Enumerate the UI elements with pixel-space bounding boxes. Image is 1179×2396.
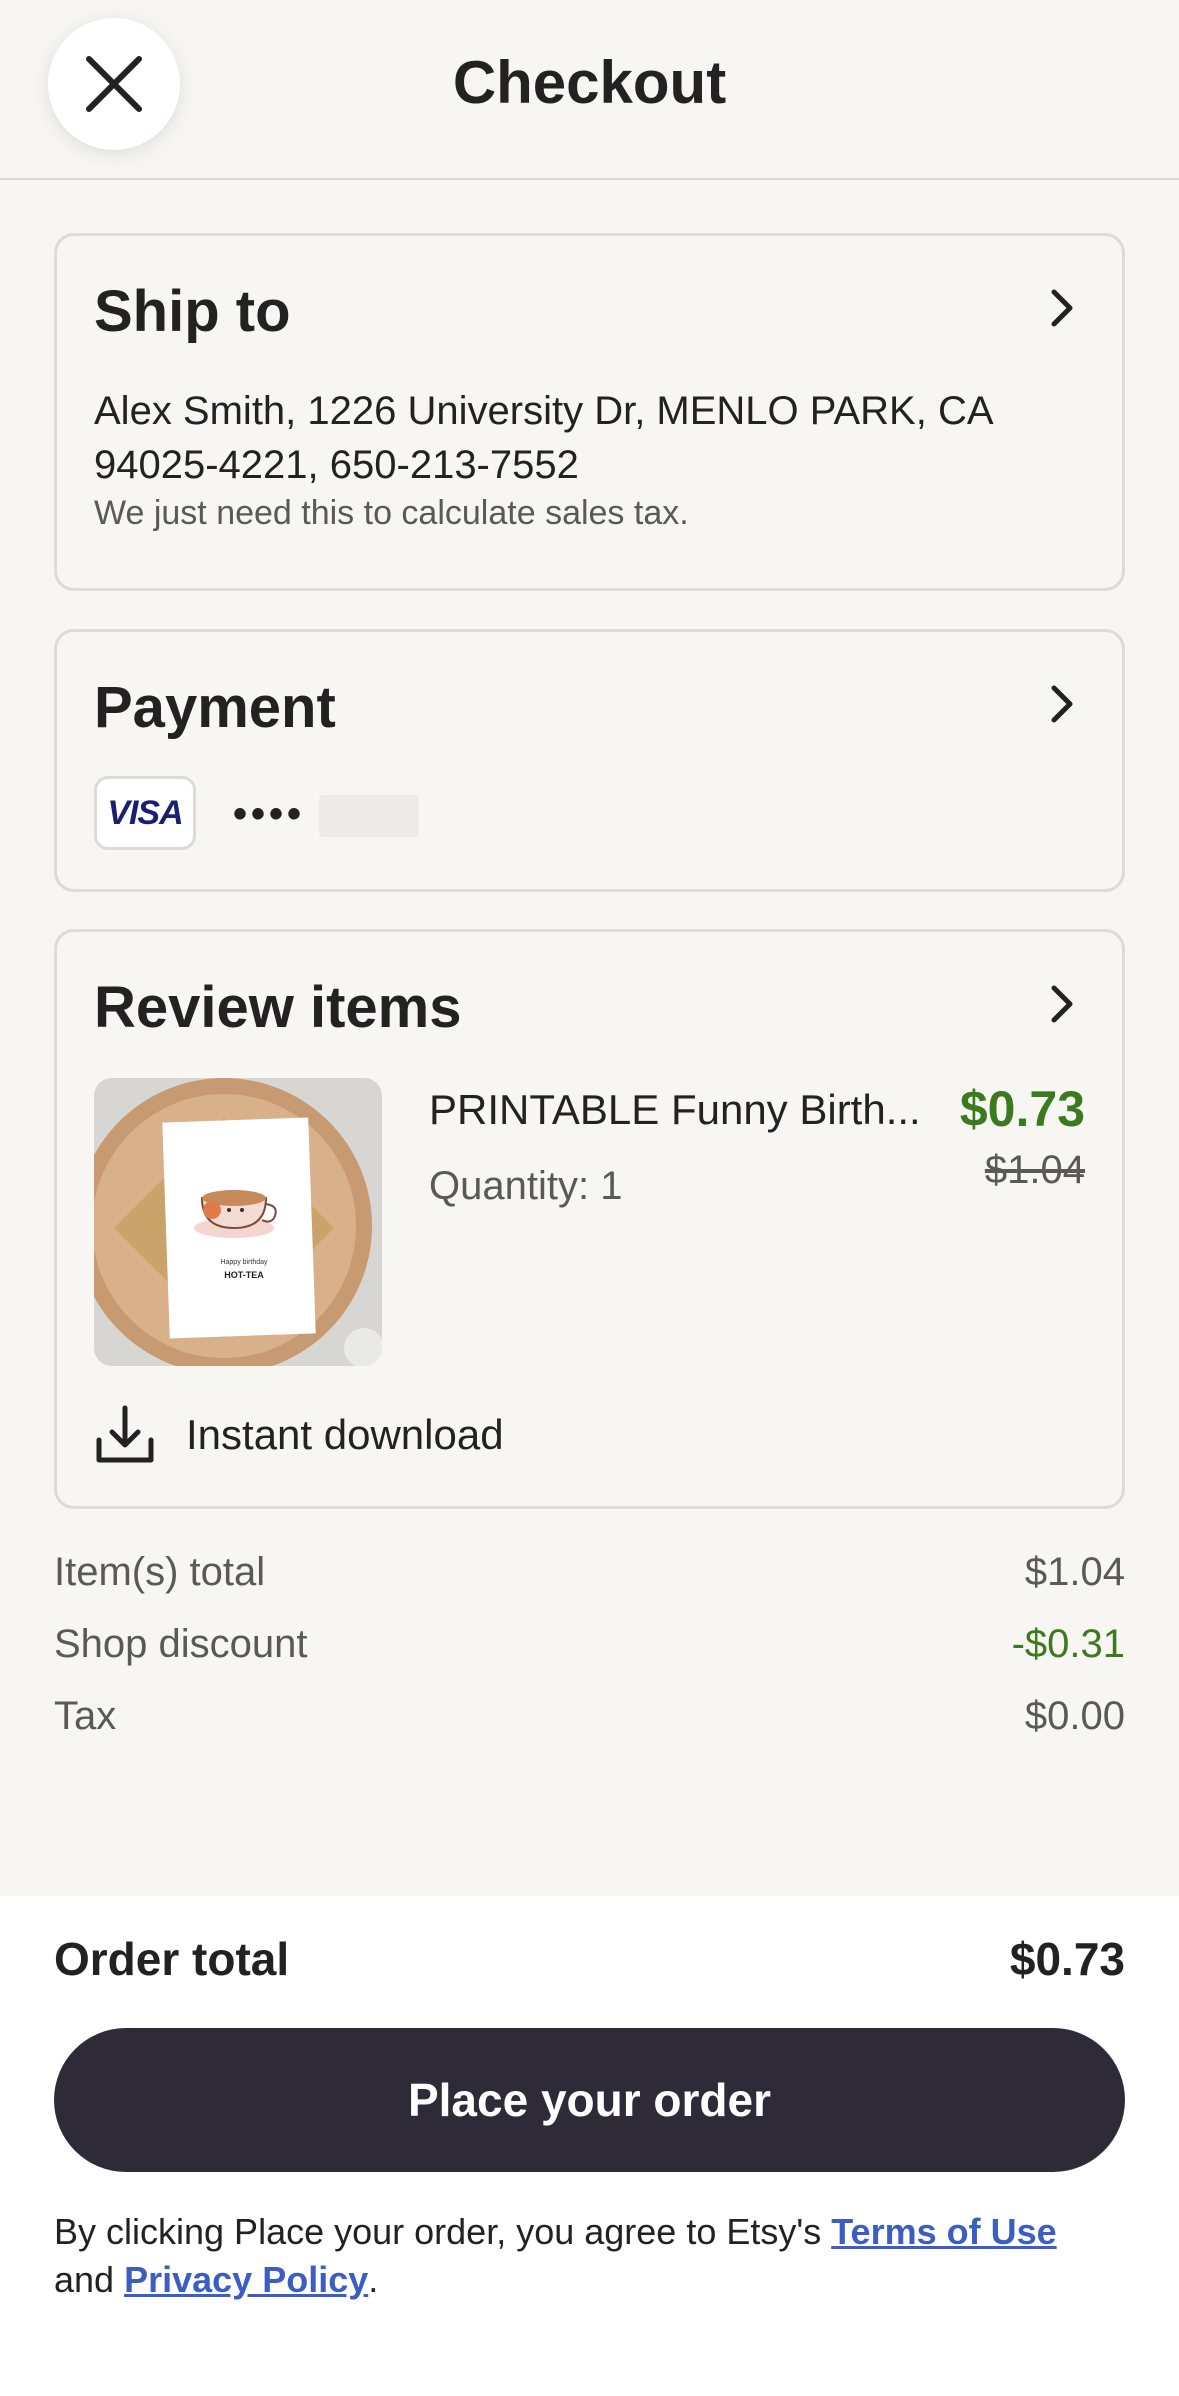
- tax-row: Tax $0.00: [54, 1694, 1125, 1739]
- item-thumbnail[interactable]: Happy birthday HOT-TEA: [94, 1078, 382, 1366]
- items-total-row: Item(s) total $1.04: [54, 1550, 1125, 1595]
- item-title: PRINTABLE Funny Birth...: [429, 1086, 921, 1133]
- review-items-card[interactable]: Review items Happy birthday HOT-TEA PRIN…: [54, 929, 1125, 1509]
- chevron-right-icon: [1051, 985, 1073, 1023]
- shipping-note: We just need this to calculate sales tax…: [94, 494, 689, 532]
- item-price: $0.73: [959, 1081, 1085, 1137]
- terms-of-use-link[interactable]: Terms of Use: [831, 2211, 1056, 2252]
- review-items-title: Review items: [94, 975, 462, 1040]
- legal-suffix: .: [368, 2259, 379, 2300]
- payment-card[interactable]: Payment VISA ••••: [54, 629, 1125, 892]
- order-total-label: Order total: [54, 1933, 290, 1985]
- legal-prefix: By clicking Place your order, you agree …: [54, 2211, 832, 2252]
- tax-value: $0.00: [1024, 1694, 1125, 1738]
- item-quantity: Quantity: 1: [429, 1164, 623, 1208]
- shipping-address: Alex Smith, 1226 University Dr, MENLO PA…: [94, 389, 992, 487]
- card-number-redacted: [319, 795, 419, 837]
- chevron-right-icon: [1051, 289, 1073, 327]
- shop-discount-value: -$0.31: [1011, 1622, 1125, 1666]
- shop-discount-label: Shop discount: [54, 1622, 308, 1666]
- card-number-mask: ••••: [233, 792, 306, 836]
- thumbnail-text-1: Happy birthday: [220, 1259, 268, 1266]
- thumbnail-text-2: HOT-TEA: [224, 1270, 264, 1280]
- items-total-label: Item(s) total: [54, 1550, 266, 1594]
- order-footer: Order total $0.73 Place your order By cl…: [0, 1896, 1179, 2396]
- payment-title: Payment: [94, 675, 336, 740]
- instant-download-row: Instant download: [94, 1400, 504, 1470]
- legal-mid: and: [54, 2259, 125, 2300]
- order-total-row: Order total $0.73: [54, 1932, 1125, 1986]
- visa-card-icon: VISA: [94, 776, 196, 850]
- instant-download-label: Instant download: [186, 1411, 504, 1458]
- legal-text: By clicking Place your order, you agree …: [54, 2208, 1125, 2304]
- tax-label: Tax: [54, 1694, 117, 1738]
- item-original-price: $1.04: [984, 1148, 1085, 1192]
- page-title: Checkout: [452, 49, 727, 116]
- ship-to-title: Ship to: [94, 279, 291, 344]
- order-total-value: $0.73: [1009, 1933, 1125, 1985]
- chevron-right-icon: [1051, 685, 1073, 723]
- shop-discount-row: Shop discount -$0.31: [54, 1622, 1125, 1667]
- place-order-button[interactable]: Place your order: [54, 2028, 1125, 2172]
- ship-to-card[interactable]: Ship to Alex Smith, 1226 University Dr, …: [54, 233, 1125, 591]
- checkout-header: Checkout: [0, 0, 1179, 180]
- privacy-policy-link[interactable]: Privacy Policy: [124, 2259, 368, 2300]
- items-total-value: $1.04: [1024, 1550, 1125, 1594]
- download-icon: [96, 1405, 154, 1463]
